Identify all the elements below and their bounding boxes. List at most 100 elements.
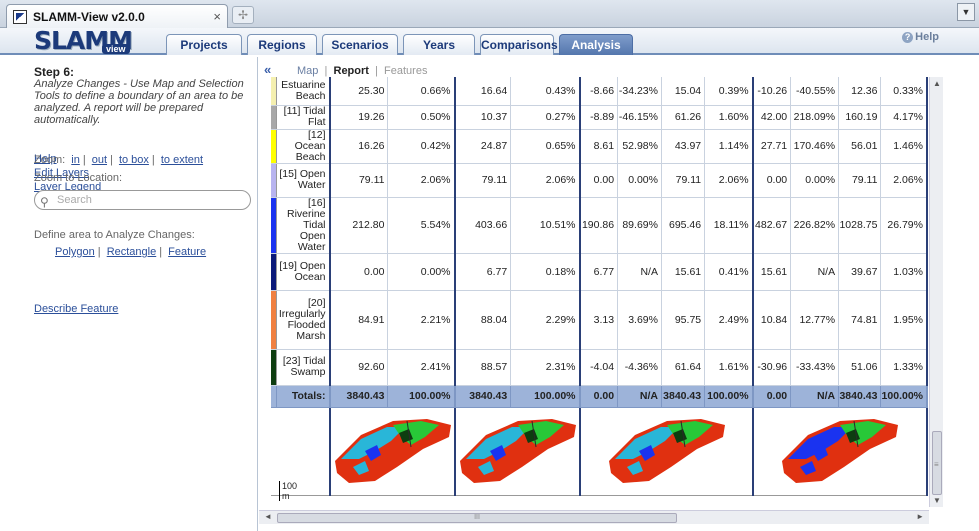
help-link[interactable]: ? Help	[902, 31, 939, 43]
table-cell: 3.13	[579, 290, 619, 350]
window-menu-button[interactable]: ▼	[957, 3, 975, 21]
subtab-report[interactable]: Report	[334, 65, 369, 77]
map-thumbnail-cell	[329, 407, 456, 496]
zoom-label: Zoom:	[34, 154, 66, 166]
table-cell: 89.69%	[617, 197, 662, 254]
browser-tabstrip: SLAMM-View v2.0.0 × ✢ ▼	[0, 0, 979, 28]
table-row: [15] Open Water 79.11 2.06% 79.11 2.06% 0.00 0…	[271, 163, 928, 198]
scroll-right-icon[interactable]: ►	[916, 512, 924, 521]
new-tab-button[interactable]: ✢	[232, 6, 254, 24]
totals-cell: 0.00	[579, 385, 619, 408]
table-cell: 16.64	[454, 77, 512, 106]
marsh-map-thumbnail[interactable]	[778, 415, 899, 485]
collapse-panel-button[interactable]: «	[264, 62, 271, 77]
hscrollbar-thumb[interactable]: III	[277, 513, 677, 523]
describe-feature-link[interactable]: Describe Feature	[34, 302, 118, 316]
table-cell: 1.60%	[704, 105, 754, 130]
table-cell: -4.36%	[617, 349, 662, 386]
table-cell: 0.00	[752, 163, 792, 198]
totals-cell: 3840.43	[838, 385, 882, 408]
totals-cell: N/A	[790, 385, 840, 408]
map-thumbnails-row: 100 m	[271, 407, 928, 501]
table-cell: 0.39%	[704, 77, 754, 106]
marsh-map-thumbnail[interactable]	[456, 415, 576, 485]
table-cell: 0.41%	[704, 253, 754, 291]
marsh-map-thumbnail[interactable]	[331, 415, 451, 485]
table-cell: 1.95%	[880, 290, 928, 350]
table-row: [20] Irregularly Flooded Marsh 84.91 2.21%…	[271, 290, 928, 350]
zoom-out-link[interactable]: out	[92, 154, 107, 166]
polygon-tool-link[interactable]: Polygon	[55, 246, 95, 258]
scroll-down-icon[interactable]: ▼	[933, 496, 941, 505]
zoom-to-extent-link[interactable]: to extent	[161, 154, 203, 166]
marsh-map-thumbnail[interactable]	[605, 415, 725, 485]
table-row: [11] Tidal Flat 19.26 0.50% 10.37 0.27% -8.89…	[271, 105, 928, 130]
table-cell: 24.87	[454, 129, 512, 164]
tab-scenarios[interactable]: Scenarios	[322, 34, 398, 55]
zoom-in-link[interactable]: in	[71, 154, 80, 166]
category-label: [16] Riverine Tidal Open Water	[276, 197, 331, 254]
table-cell: 18.11%	[704, 197, 754, 254]
vertical-scrollbar[interactable]: ▲ ≡ ▼	[929, 77, 943, 507]
table-cell: -33.43%	[790, 349, 840, 386]
scrollbar-thumb[interactable]: ≡	[932, 431, 942, 495]
category-label: [19] Open Ocean	[276, 253, 331, 291]
category-label: Estuarine Beach	[276, 77, 331, 106]
table-cell: 0.00%	[387, 253, 456, 291]
table-cell: 26.79%	[880, 197, 928, 254]
table-cell: 2.06%	[880, 163, 928, 198]
table-cell: 0.42%	[387, 129, 456, 164]
table-row: Estuarine Beach 25.30 0.66% 16.64 0.43% -8.66…	[271, 77, 928, 106]
category-label: [11] Tidal Flat	[276, 105, 331, 130]
category-label: [23] Tidal Swamp	[276, 349, 331, 386]
table-cell: 8.61	[579, 129, 619, 164]
table-cell: 74.81	[838, 290, 882, 350]
scale-bar: 100 m	[279, 481, 297, 501]
feature-tool-link[interactable]: Feature	[168, 246, 206, 258]
location-search-input[interactable]: ⚲ Search	[34, 190, 251, 210]
table-cell: 79.11	[454, 163, 512, 198]
app-favicon-icon	[13, 9, 27, 24]
table-cell: 170.46%	[790, 129, 840, 164]
subtab-features[interactable]: Features	[384, 65, 427, 77]
step-title: Step 6:	[34, 65, 75, 79]
table-cell: 695.46	[661, 197, 706, 254]
search-placeholder: Search	[57, 194, 92, 206]
totals-row: Totals: 3840.43 100.00% 3840.43 100.00% 0.00 N…	[271, 385, 928, 408]
scale-legend-cell: 100 m	[271, 407, 331, 501]
tab-regions[interactable]: Regions	[247, 34, 317, 55]
subtab-map[interactable]: Map	[297, 65, 318, 77]
table-cell: 2.49%	[704, 290, 754, 350]
tab-years[interactable]: Years	[403, 34, 475, 55]
category-label: [20] Irregularly Flooded Marsh	[276, 290, 331, 350]
scroll-up-icon[interactable]: ▲	[933, 79, 941, 88]
tab-comparisons[interactable]: Comparisons	[480, 34, 558, 55]
tab-analysis[interactable]: Analysis	[559, 34, 633, 55]
totals-cell: 3840.43	[329, 385, 389, 408]
scroll-left-icon[interactable]: ◄	[264, 512, 272, 521]
zoom-to-box-link[interactable]: to box	[119, 154, 149, 166]
table-row: [23] Tidal Swamp 92.60 2.41% 88.57 2.31% -4.0…	[271, 349, 928, 386]
report-table: Estuarine Beach 25.30 0.66% 16.64 0.43% -8.66…	[271, 77, 928, 501]
table-cell: 0.18%	[510, 253, 581, 291]
table-cell: 6.77	[579, 253, 619, 291]
table-cell: 10.84	[752, 290, 792, 350]
table-cell: 0.65%	[510, 129, 581, 164]
table-cell: 1.61%	[704, 349, 754, 386]
rectangle-tool-link[interactable]: Rectangle	[107, 246, 157, 258]
define-area-label: Define area to Analyze Changes:	[34, 229, 195, 241]
help-icon: ?	[902, 32, 914, 43]
table-cell: 0.00%	[790, 163, 840, 198]
table-cell: 88.04	[454, 290, 512, 350]
table-cell: 27.71	[752, 129, 792, 164]
table-cell: 25.30	[329, 77, 389, 106]
table-cell: 42.00	[752, 105, 792, 130]
browser-tab[interactable]: SLAMM-View v2.0.0 ×	[6, 4, 228, 28]
close-icon[interactable]: ×	[213, 9, 221, 24]
table-cell: 5.54%	[387, 197, 456, 254]
table-cell: 190.86	[579, 197, 619, 254]
horizontal-scrollbar[interactable]: ◄ III ►	[259, 510, 929, 524]
tab-projects[interactable]: Projects	[166, 34, 242, 55]
table-cell: -4.04	[579, 349, 619, 386]
view-subtabs: Map | Report | Features	[297, 65, 428, 77]
